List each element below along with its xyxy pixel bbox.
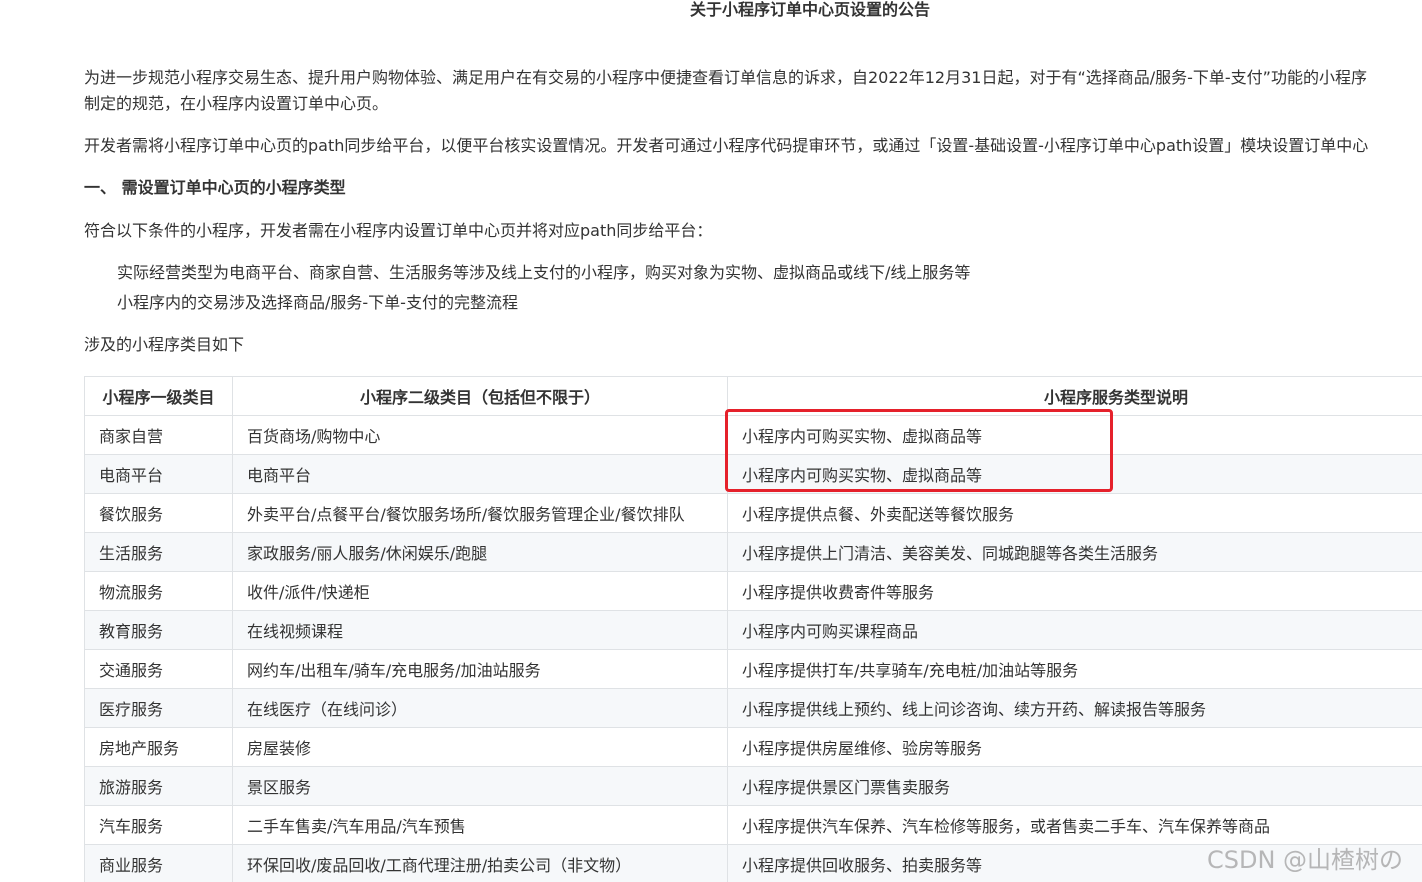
section-heading: 一、 需设置订单中心页的小程序类型 — [84, 178, 346, 197]
cell-second-category: 网约车/出租车/骑车/充电服务/加油站服务 — [232, 649, 728, 689]
cell-service-description: 小程序提供线上预约、线上问诊咨询、续方开药、解读报告等服务 — [727, 688, 1422, 728]
cell-first-category: 商家自营 — [84, 415, 233, 455]
page-title: 关于小程序订单中心页设置的公告 — [689, 0, 930, 19]
header-second-category: 小程序二级类目（包括但不限于） — [232, 376, 728, 416]
category-table: 小程序一级类目 小程序二级类目（包括但不限于） 小程序服务类型说明 商家自营 百… — [84, 376, 1422, 882]
intro-paragraph-line-2: 制定的规范，在小程序内设置订单中心页。 — [84, 94, 389, 113]
cell-second-category: 百货商场/购物中心 — [232, 415, 728, 455]
cell-service-description: 小程序提供上门清洁、美容美发、同城跑腿等各类生活服务 — [727, 532, 1422, 572]
cell-second-category: 二手车售卖/汽车用品/汽车预售 — [232, 805, 728, 845]
cell-service-description: 小程序提供点餐、外卖配送等餐饮服务 — [727, 493, 1422, 533]
cell-second-category: 在线视频课程 — [232, 610, 728, 650]
table-row: 生活服务 家政服务/丽人服务/休闲娱乐/跑腿 小程序提供上门清洁、美容美发、同城… — [84, 532, 1422, 572]
cell-second-category: 电商平台 — [232, 454, 728, 494]
cell-service-description: 小程序提供收费寄件等服务 — [727, 571, 1422, 611]
table-header-row: 小程序一级类目 小程序二级类目（包括但不限于） 小程序服务类型说明 — [84, 376, 1422, 416]
cell-first-category: 房地产服务 — [84, 727, 233, 767]
cell-first-category: 商业服务 — [84, 844, 233, 882]
cell-first-category: 教育服务 — [84, 610, 233, 650]
table-row: 商家自营 百货商场/购物中心 小程序内可购买实物、虚拟商品等 — [84, 415, 1422, 455]
cell-service-description: 小程序提供汽车保养、汽车检修等服务，或者售卖二手车、汽车保养等商品 — [727, 805, 1422, 845]
cell-second-category: 外卖平台/点餐平台/餐饮服务场所/餐饮服务管理企业/餐饮排队 — [232, 493, 728, 533]
conditions-intro: 符合以下条件的小程序，开发者需在小程序内设置订单中心页并将对应path同步给平台… — [84, 221, 713, 240]
cell-first-category: 餐饮服务 — [84, 493, 233, 533]
cell-second-category: 景区服务 — [232, 766, 728, 806]
cell-first-category: 生活服务 — [84, 532, 233, 572]
table-row: 汽车服务 二手车售卖/汽车用品/汽车预售 小程序提供汽车保养、汽车检修等服务，或… — [84, 805, 1422, 845]
table-row: 房地产服务 房屋装修 小程序提供房屋维修、验房等服务 — [84, 727, 1422, 767]
path-sync-paragraph: 开发者需将小程序订单中心页的path同步给平台，以便平台核实设置情况。开发者可通… — [84, 136, 1369, 155]
cell-first-category: 物流服务 — [84, 571, 233, 611]
intro-paragraph-line-1: 为进一步规范小程序交易生态、提升用户购物体验、满足用户在有交易的小程序中便捷查看… — [84, 68, 1367, 87]
cell-service-description: 小程序提供景区门票售卖服务 — [727, 766, 1422, 806]
cell-second-category: 环保回收/废品回收/工商代理注册/拍卖公司（非文物） — [232, 844, 728, 882]
cell-service-description: 小程序提供房屋维修、验房等服务 — [727, 727, 1422, 767]
header-service-description: 小程序服务类型说明 — [727, 376, 1422, 416]
condition-item: 实际经营类型为电商平台、商家自营、生活服务等涉及线上支付的小程序，购买对象为实物… — [117, 263, 971, 282]
table-row: 医疗服务 在线医疗（在线问诊） 小程序提供线上预约、线上问诊咨询、续方开药、解读… — [84, 688, 1422, 728]
cell-service-description: 小程序内可购买实物、虚拟商品等 — [727, 454, 1422, 494]
cell-second-category: 在线医疗（在线问诊） — [232, 688, 728, 728]
table-row: 餐饮服务 外卖平台/点餐平台/餐饮服务场所/餐饮服务管理企业/餐饮排队 小程序提… — [84, 493, 1422, 533]
table-intro: 涉及的小程序类目如下 — [84, 335, 245, 354]
table-row: 旅游服务 景区服务 小程序提供景区门票售卖服务 — [84, 766, 1422, 806]
cell-second-category: 房屋装修 — [232, 727, 728, 767]
cell-service-description: 小程序提供打车/共享骑车/充电桩/加油站等服务 — [727, 649, 1422, 689]
table-row: 物流服务 收件/派件/快递柜 小程序提供收费寄件等服务 — [84, 571, 1422, 611]
cell-first-category: 汽车服务 — [84, 805, 233, 845]
cell-second-category: 家政服务/丽人服务/休闲娱乐/跑腿 — [232, 532, 728, 572]
header-first-category: 小程序一级类目 — [84, 376, 233, 416]
table-row: 教育服务 在线视频课程 小程序内可购买课程商品 — [84, 610, 1422, 650]
cell-first-category: 电商平台 — [84, 454, 233, 494]
cell-first-category: 交通服务 — [84, 649, 233, 689]
cell-second-category: 收件/派件/快递柜 — [232, 571, 728, 611]
csdn-watermark: CSDN @山楂树の — [1207, 846, 1404, 874]
cell-service-description: 小程序内可购买课程商品 — [727, 610, 1422, 650]
condition-item: 小程序内的交易涉及选择商品/服务-下单-支付的完整流程 — [117, 293, 518, 312]
table-row: 交通服务 网约车/出租车/骑车/充电服务/加油站服务 小程序提供打车/共享骑车/… — [84, 649, 1422, 689]
cell-first-category: 医疗服务 — [84, 688, 233, 728]
announcement-page: 关于小程序订单中心页设置的公告 为进一步规范小程序交易生态、提升用户购物体验、满… — [0, 0, 1422, 882]
cell-first-category: 旅游服务 — [84, 766, 233, 806]
cell-service-description: 小程序内可购买实物、虚拟商品等 — [727, 415, 1422, 455]
table-row: 电商平台 电商平台 小程序内可购买实物、虚拟商品等 — [84, 454, 1422, 494]
